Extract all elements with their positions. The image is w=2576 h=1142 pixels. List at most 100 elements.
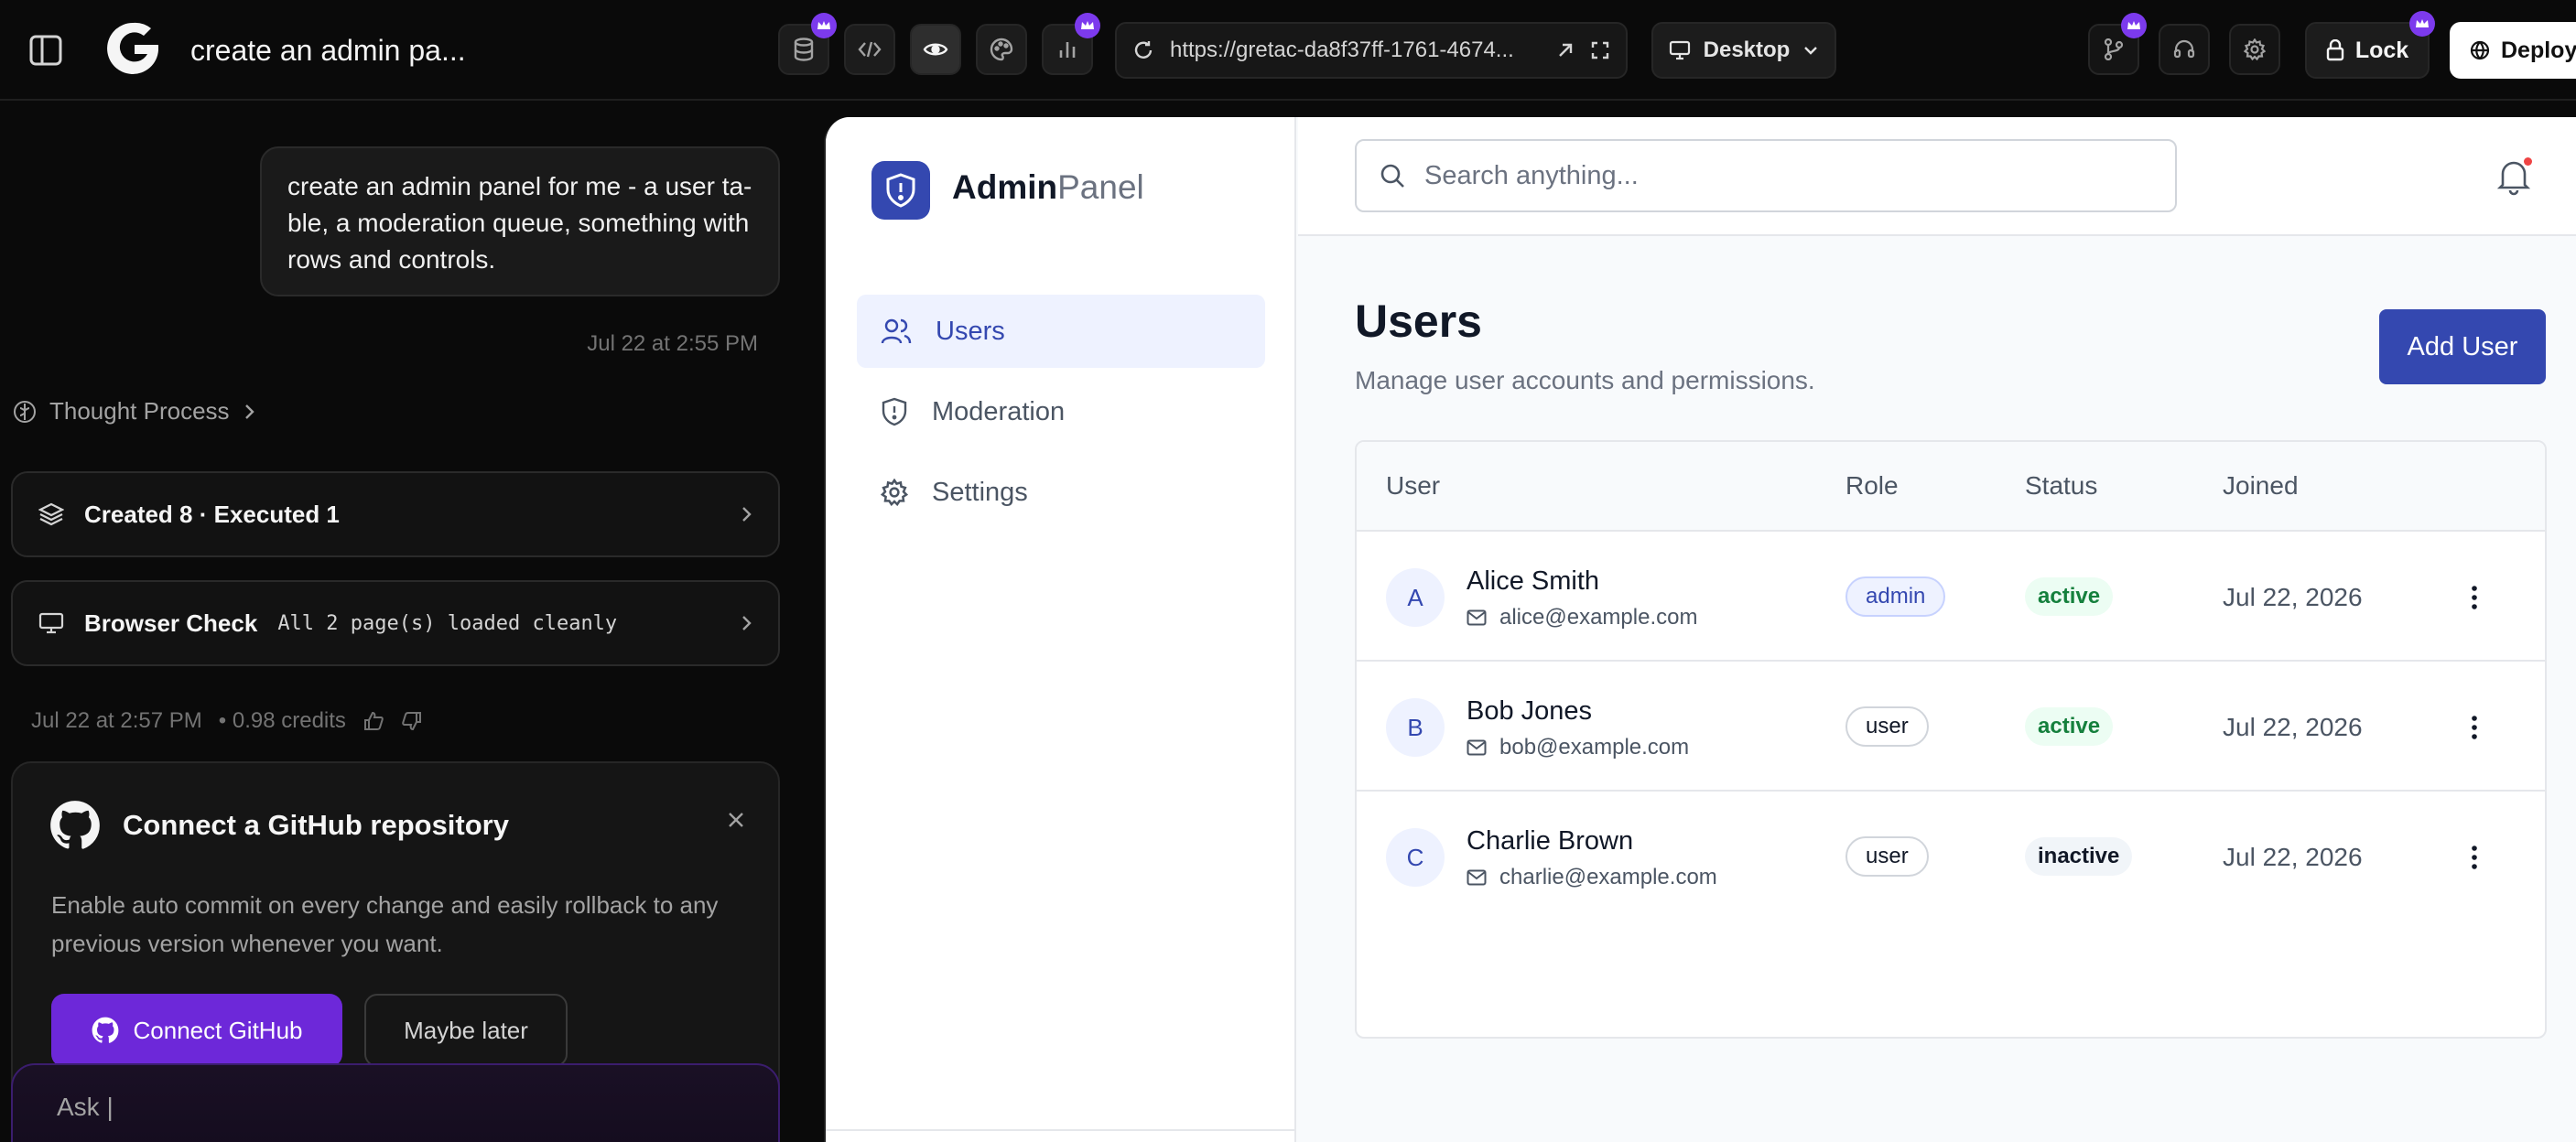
fullscreen-icon[interactable] xyxy=(1591,41,1609,59)
column-header-status[interactable]: Status xyxy=(2025,471,2097,501)
thought-process-toggle[interactable]: Thought Process xyxy=(13,397,255,426)
open-external-icon[interactable] xyxy=(1556,41,1575,59)
deploy-button[interactable]: Deploy xyxy=(2450,22,2576,79)
role-badge: user xyxy=(1845,706,1929,747)
created-executed-label: Created 8 · Executed 1 xyxy=(84,500,340,528)
notification-dot xyxy=(2524,157,2532,166)
lock-icon xyxy=(2326,39,2344,61)
user-name: Alice Smith xyxy=(1467,566,1600,596)
brand-bold: Admin xyxy=(952,168,1058,206)
lock-button[interactable]: Lock xyxy=(2305,11,2435,79)
eye-icon xyxy=(923,43,948,56)
users-icon xyxy=(881,318,912,344)
status-badge: active xyxy=(2025,707,2114,746)
preview-button[interactable] xyxy=(910,24,961,75)
user-email: charlie@example.com xyxy=(1467,865,1717,890)
code-icon xyxy=(858,41,882,58)
maybe-later-button[interactable]: Maybe later xyxy=(364,994,568,1067)
gear-icon xyxy=(2244,38,2266,60)
shield-logo-icon xyxy=(871,161,930,220)
user-email-text: charlie@example.com xyxy=(1499,865,1717,889)
lock-label: Lock xyxy=(2354,37,2409,63)
nav-item-moderation[interactable]: Moderation xyxy=(857,375,1265,448)
bar-chart-icon xyxy=(1059,42,1076,58)
avatar: C xyxy=(1386,828,1445,887)
close-icon[interactable] xyxy=(727,811,745,834)
add-user-button[interactable]: Add User xyxy=(2379,309,2546,384)
more-options-icon[interactable] xyxy=(2461,707,2488,748)
user-name: Bob Jones xyxy=(1467,696,1593,726)
sidebar-toggle-icon[interactable] xyxy=(20,27,71,73)
theme-button[interactable] xyxy=(976,24,1027,75)
github-title: Connect a GitHub repository xyxy=(123,809,509,841)
role-badge: admin xyxy=(1845,576,1946,617)
palette-icon xyxy=(990,38,1013,61)
search-input[interactable]: Search anything... xyxy=(1355,139,2177,212)
column-header-joined[interactable]: Joined xyxy=(2223,471,2299,501)
admin-topbar: Search anything... xyxy=(1298,117,2576,236)
connect-github-button[interactable]: Connect GitHub xyxy=(51,994,342,1067)
github-header: Connect a GitHub repository xyxy=(49,800,509,851)
browser-check-title: Browser Check xyxy=(84,609,258,637)
created-executed-card[interactable]: Created 8 · Executed 1 xyxy=(11,471,780,557)
brand-light: Panel xyxy=(1057,168,1144,206)
browser-check-card[interactable]: Browser Check All 2 page(s) loaded clean… xyxy=(11,580,780,666)
notifications-bell-icon[interactable] xyxy=(2494,156,2534,196)
settings-button[interactable] xyxy=(2229,24,2280,75)
joined-date: Jul 22, 2026 xyxy=(2223,843,2363,871)
table-row[interactable]: B Bob Jones bob@example.com user active … xyxy=(1357,662,2545,792)
message-timestamp: Jul 22 at 2:55 PM xyxy=(587,331,758,356)
credits-used: • 0.98 credits xyxy=(218,708,346,733)
app-window: create an admin pa... https://gretac-da8… xyxy=(0,0,2576,1142)
credits-row: Jul 22 at 2:57 PM • 0.98 credits xyxy=(31,708,423,734)
table-row[interactable]: A Alice Smith alice@example.com admin ac… xyxy=(1357,532,2545,662)
sidebar-footer-divider xyxy=(826,1129,1296,1142)
ask-input[interactable]: Ask | xyxy=(11,1063,780,1142)
github-description: Enable auto commit on every change and e… xyxy=(51,891,719,957)
support-button[interactable] xyxy=(2159,24,2210,75)
reload-icon[interactable] xyxy=(1133,40,1153,60)
branch-button[interactable] xyxy=(2088,13,2147,75)
nav-item-settings[interactable]: Settings xyxy=(857,456,1265,529)
deploy-label: Deploy xyxy=(2501,37,2576,63)
status-badge: inactive xyxy=(2025,837,2133,876)
shield-alert-icon xyxy=(882,397,907,426)
headset-icon xyxy=(2173,39,2195,59)
crown-icon xyxy=(2409,11,2435,37)
layers-icon xyxy=(38,502,64,526)
page-subtitle: Manage user accounts and permissions. xyxy=(1355,366,1815,394)
url-text: https://gretac-da8f37ff-1761-4674... xyxy=(1170,38,1514,62)
role-badge: user xyxy=(1845,836,1929,877)
top-bar: create an admin pa... https://gretac-da8… xyxy=(0,0,2576,101)
url-bar[interactable]: https://gretac-da8f37ff-1761-4674... xyxy=(1115,22,1628,79)
more-options-icon[interactable] xyxy=(2461,577,2488,618)
column-header-role[interactable]: Role xyxy=(1845,471,1899,501)
more-options-icon[interactable] xyxy=(2461,837,2488,878)
chevron-down-icon xyxy=(1804,47,1818,55)
user-message: create an admin panel for me - a user ta… xyxy=(260,146,780,296)
code-button[interactable] xyxy=(844,24,895,75)
user-email-text: alice@example.com xyxy=(1499,605,1698,630)
mail-icon xyxy=(1467,609,1487,626)
project-title[interactable]: create an admin pa... xyxy=(190,27,466,73)
thumbs-up-icon[interactable] xyxy=(363,710,384,732)
chevron-right-icon xyxy=(742,616,752,630)
preview-frame: AdminPanel Users Moderation Settings Sea… xyxy=(824,117,2576,1142)
mail-icon xyxy=(1467,739,1487,756)
thought-process-label: Thought Process xyxy=(49,397,230,425)
nav-item-label: Settings xyxy=(932,477,1028,507)
column-header-user[interactable]: User xyxy=(1386,471,1440,501)
device-label: Desktop xyxy=(1703,38,1791,62)
monitor-icon xyxy=(1669,40,1690,60)
nav-item-users[interactable]: Users xyxy=(857,295,1265,368)
thumbs-down-icon[interactable] xyxy=(401,710,423,732)
chevron-right-icon xyxy=(742,507,752,522)
page-title: Users xyxy=(1355,296,1482,347)
browser-check-detail: All 2 page(s) loaded cleanly xyxy=(277,611,618,635)
table-row[interactable]: C Charlie Brown charlie@example.com user… xyxy=(1357,792,2545,921)
avatar: B xyxy=(1386,698,1445,757)
credits-timestamp: Jul 22 at 2:57 PM xyxy=(31,708,202,733)
device-selector[interactable]: Desktop xyxy=(1651,22,1836,79)
analytics-button[interactable] xyxy=(1042,13,1100,75)
database-button[interactable] xyxy=(778,13,837,75)
